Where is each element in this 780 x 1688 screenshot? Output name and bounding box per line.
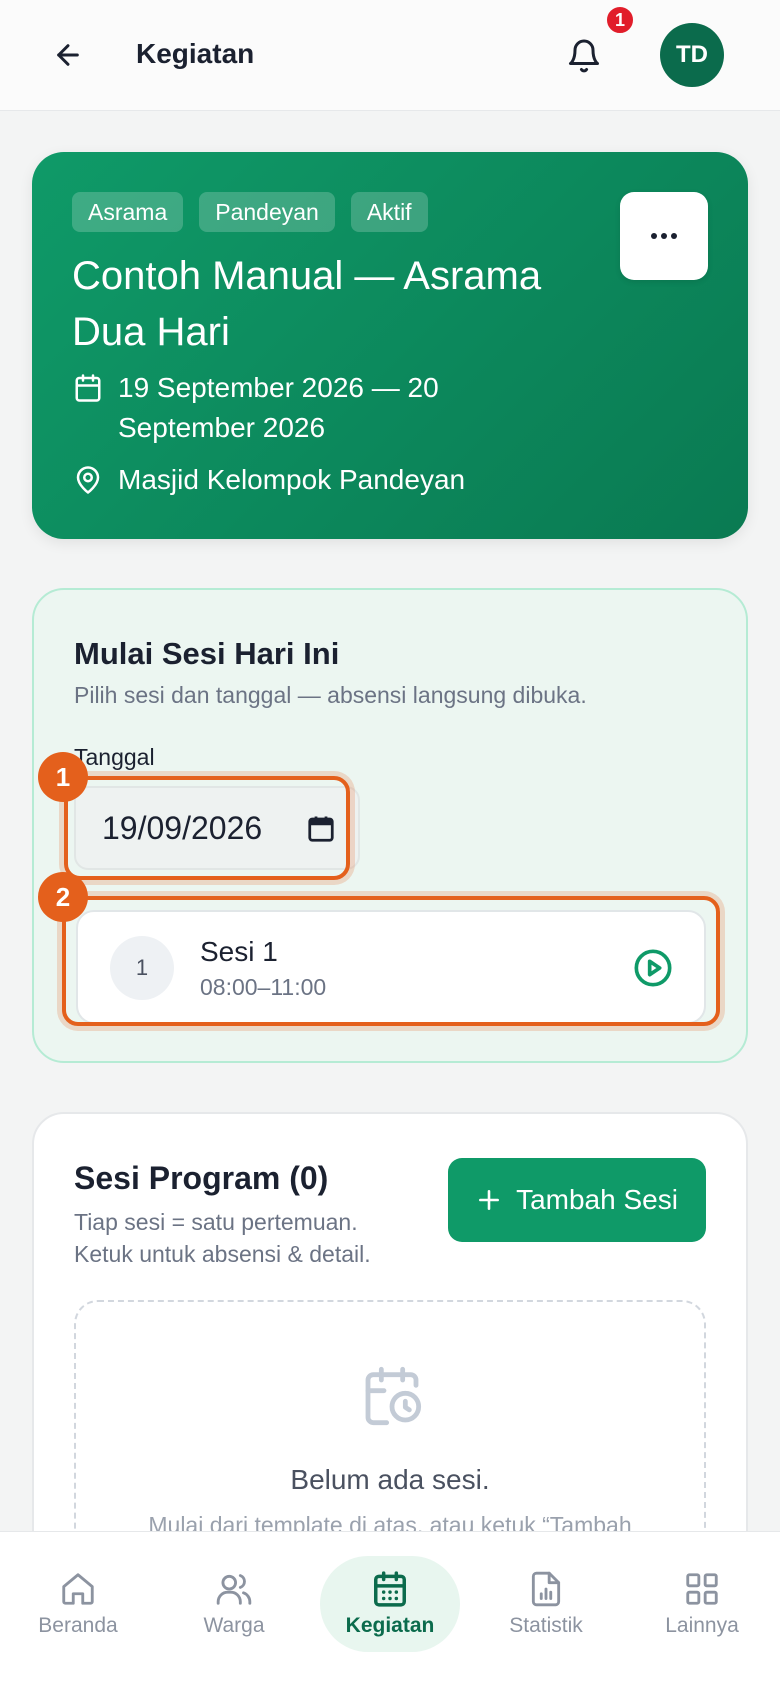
nav-item-lainnya[interactable]: Lainnya: [632, 1556, 772, 1652]
report-chart-icon: [531, 1571, 561, 1607]
tag-type: Asrama: [72, 192, 184, 232]
more-horizontal-icon: [651, 233, 677, 239]
plus-icon: [479, 1190, 500, 1210]
activity-header-card: Asrama Pandeyan Aktif Contoh Manual — As…: [32, 152, 748, 539]
play-circle-icon: [634, 949, 672, 987]
activity-date-range: 19 September 2026 — 20 September 2026: [118, 372, 439, 443]
session-name: Sesi 1: [200, 936, 278, 967]
notification-count-badge: 1: [604, 4, 636, 36]
more-options-button[interactable]: [620, 192, 708, 280]
users-icon: [216, 1574, 252, 1605]
nav-item-beranda[interactable]: Beranda: [8, 1556, 148, 1652]
tag-status: Aktif: [350, 192, 428, 232]
empty-state-title: Belum ada sesi.: [290, 1464, 490, 1495]
arrow-left-icon: [57, 44, 79, 66]
nav-item-warga[interactable]: Warga: [164, 1556, 304, 1652]
date-value: 19/09/2026: [102, 809, 263, 846]
calendar-picker-icon[interactable]: [306, 814, 336, 844]
nav-label: Lainnya: [665, 1614, 739, 1637]
bottom-navigation: Beranda Warga Kegiatan Statistik Lainnya: [0, 1531, 780, 1688]
tag-list: Asrama Pandeyan Aktif: [72, 192, 428, 232]
calendar-icon: [72, 368, 104, 408]
user-avatar[interactable]: TD: [660, 23, 724, 87]
add-session-button[interactable]: Tambah Sesi: [448, 1158, 706, 1242]
nav-label: Beranda: [38, 1614, 118, 1637]
session-number: 1: [110, 936, 174, 1000]
grid-icon: [686, 1573, 718, 1605]
nav-item-kegiatan[interactable]: Kegiatan: [320, 1556, 460, 1652]
home-icon: [62, 1573, 94, 1605]
page-title: Kegiatan: [136, 38, 255, 69]
nav-label: Statistik: [509, 1614, 583, 1637]
bell-icon: [569, 39, 599, 73]
session-list-item[interactable]: 1 Sesi 1 08:00–11:00: [76, 910, 706, 1024]
activity-title: Contoh Manual — Asrama Dua Hari: [72, 254, 542, 354]
nav-label: Kegiatan: [345, 1614, 435, 1637]
highlight-marker-2: 2: [38, 872, 88, 922]
start-session-title: Mulai Sesi Hari Ini: [74, 636, 340, 671]
start-session-card: Mulai Sesi Hari Ini Pilih sesi dan tangg…: [32, 588, 748, 1063]
date-input[interactable]: 19/09/2026: [74, 786, 360, 870]
activity-date-row: 19 September 2026 — 20 September 2026: [72, 368, 552, 448]
back-button[interactable]: [46, 33, 90, 77]
notifications-button[interactable]: [560, 32, 608, 80]
nav-label: Warga: [203, 1614, 265, 1637]
activity-location-row: Masjid Kelompok Pandeyan: [72, 460, 465, 500]
calendar-icon: [374, 1571, 406, 1607]
program-sessions-title: Sesi Program (0): [74, 1160, 329, 1196]
start-session-subtitle: Pilih sesi dan tanggal — absensi langsun…: [74, 682, 587, 708]
program-sessions-subtitle: Tiap sesi = satu pertemuan. Ketuk untuk …: [74, 1209, 371, 1267]
top-app-bar: Kegiatan 1 TD: [0, 0, 780, 111]
tag-group: Pandeyan: [199, 192, 335, 232]
session-time: 08:00–11:00: [200, 974, 327, 1000]
add-session-label: Tambah Sesi: [516, 1184, 678, 1215]
map-pin-icon: [72, 460, 104, 500]
highlight-marker-1: 1: [38, 752, 88, 802]
activity-location: Masjid Kelompok Pandeyan: [118, 464, 466, 495]
calendar-clock-icon: [365, 1366, 422, 1426]
start-session-button[interactable]: [632, 947, 674, 989]
nav-item-statistik[interactable]: Statistik: [476, 1556, 616, 1652]
